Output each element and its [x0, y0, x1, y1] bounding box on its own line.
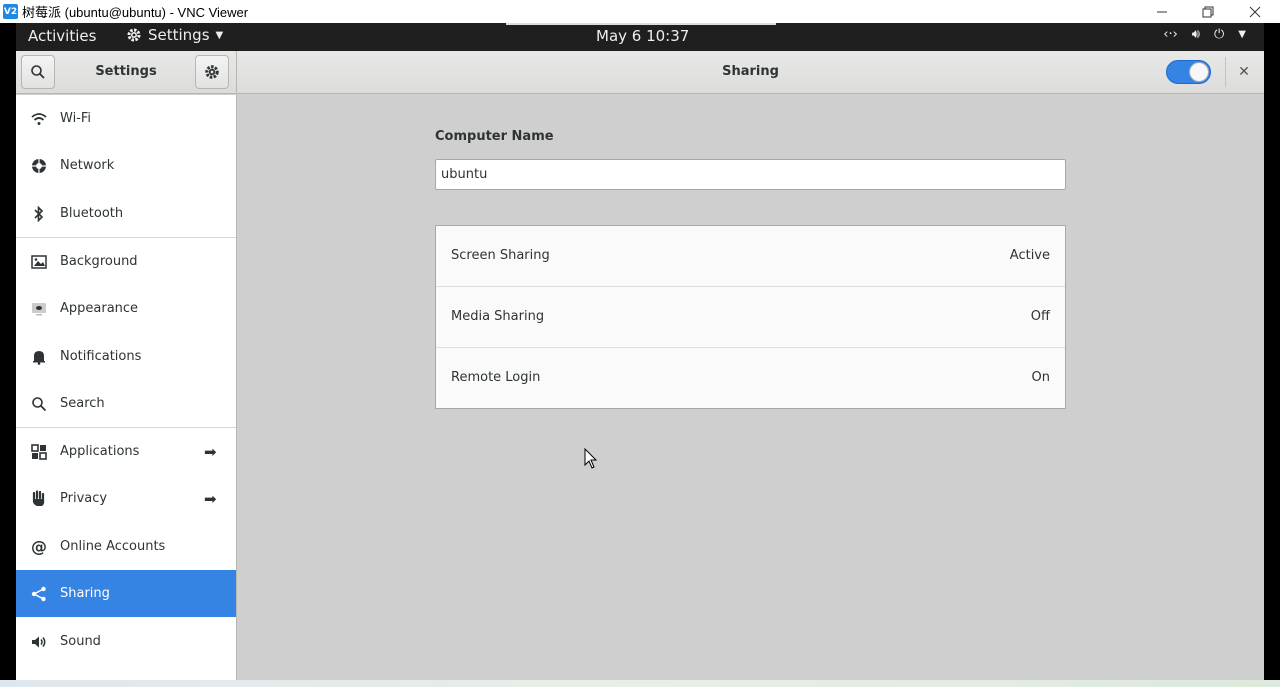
speaker-icon — [30, 633, 48, 651]
background-icon — [30, 253, 48, 271]
remote-login-row[interactable]: Remote Login On — [436, 348, 1065, 409]
sidebar-item-label: Network — [60, 158, 115, 173]
computer-name-input[interactable] — [435, 159, 1066, 190]
sidebar-item-search[interactable]: Search — [16, 380, 236, 427]
viewer-border-right — [1264, 23, 1280, 680]
sharing-panel: Computer Name Screen Sharing Active Medi… — [238, 95, 1264, 680]
row-label: Media Sharing — [451, 309, 545, 324]
close-icon: ✕ — [1238, 64, 1250, 80]
network-icon — [30, 157, 48, 175]
bell-icon — [30, 348, 48, 366]
sharing-master-toggle[interactable] — [1166, 60, 1211, 84]
sidebar-item-network[interactable]: Network — [16, 142, 236, 189]
sidebar-item-privacy[interactable]: Privacy ➡ — [16, 475, 236, 522]
host-taskbar — [0, 680, 1280, 687]
row-status: On — [1031, 370, 1050, 385]
minimize-icon — [1157, 11, 1167, 12]
sidebar-item-label: Background — [60, 254, 138, 269]
sidebar-item-applications[interactable]: Applications ➡ — [16, 428, 236, 475]
arrow-right-icon: ➡ — [204, 442, 217, 461]
gear-icon — [205, 65, 219, 79]
sidebar-item-label: Sharing — [60, 586, 110, 601]
sidebar-item-label: Applications — [60, 444, 140, 459]
vnc-titlebar: V2 树莓派 (ubuntu@ubuntu) - VNC Viewer — [0, 0, 1280, 23]
row-label: Remote Login — [451, 370, 541, 385]
topbar-notch — [506, 23, 776, 25]
sidebar-item-notifications[interactable]: Notifications — [16, 333, 236, 380]
restore-icon — [1202, 6, 1214, 17]
header-bar: Settings Sharing ✕ — [16, 51, 1264, 94]
sidebar-item-label: Online Accounts — [60, 539, 166, 554]
activities-button[interactable]: Activities — [28, 27, 96, 45]
search-icon — [30, 395, 48, 413]
sidebar-item-label: Search — [60, 396, 105, 411]
sidebar-item-wifi[interactable]: Wi-Fi — [16, 95, 236, 142]
screen-sharing-row[interactable]: Screen Sharing Active — [436, 226, 1065, 287]
minimize-button[interactable] — [1139, 0, 1185, 23]
sidebar-item-label: Appearance — [60, 301, 139, 316]
close-window-button[interactable] — [1232, 0, 1278, 23]
clock[interactable]: May 6 10:37 — [596, 27, 689, 45]
toggle-knob — [1189, 62, 1209, 82]
computer-name-label: Computer Name — [435, 129, 554, 144]
sidebar-item-appearance[interactable]: Appearance — [16, 285, 236, 332]
vnc-window-title: 树莓派 (ubuntu@ubuntu) - VNC Viewer — [22, 5, 249, 20]
remote-desktop[interactable]: Activities Settings ▼ May 6 10:37 ‹·› 🔊︎… — [16, 23, 1264, 680]
row-status: Off — [1030, 309, 1050, 324]
close-button[interactable]: ✕ — [1234, 62, 1254, 82]
viewer-border-left — [0, 23, 16, 680]
app-menu-button[interactable]: Settings ▼ — [126, 26, 223, 44]
sidebar-item-label: Bluetooth — [60, 206, 124, 221]
power-icon: ⏻ — [1214, 27, 1225, 42]
sidebar-item-online-accounts[interactable]: @ Online Accounts — [16, 523, 236, 570]
header-left: Settings — [16, 51, 237, 94]
sidebar-item-label: Privacy — [60, 491, 108, 506]
primary-menu-button[interactable] — [195, 55, 229, 89]
header-separator — [1225, 57, 1226, 87]
appearance-icon — [30, 300, 48, 318]
vnc-logo-icon: V2 — [3, 4, 18, 19]
chevron-down-icon: ▼ — [215, 29, 224, 41]
gnome-topbar: Activities Settings ▼ May 6 10:37 ‹·› 🔊︎… — [16, 23, 1264, 51]
row-status: Active — [1009, 248, 1050, 263]
search-button[interactable] — [21, 55, 55, 89]
apps-icon — [30, 443, 48, 461]
sharing-services-list: Screen Sharing Active Media Sharing Off … — [435, 225, 1066, 409]
close-icon — [1249, 6, 1261, 17]
arrow-right-icon: ➡ — [204, 489, 217, 508]
row-label: Screen Sharing — [451, 248, 550, 263]
wifi-icon — [30, 110, 48, 128]
page-title: Sharing — [722, 64, 779, 79]
status-menu[interactable]: ‹·› 🔊︎ ⏻ ▼ — [1163, 27, 1246, 42]
sidebar: Wi-Fi Network Bluetooth Background Appea… — [16, 95, 237, 680]
sidebar-item-background[interactable]: Background — [16, 238, 236, 285]
network-wired-icon: ‹·› — [1163, 27, 1178, 42]
bluetooth-icon — [30, 205, 48, 223]
gear-icon — [127, 28, 141, 42]
sidebar-item-label: Sound — [60, 634, 101, 649]
search-icon — [31, 65, 45, 79]
volume-icon: 🔊︎ — [1191, 27, 1200, 42]
at-icon: @ — [31, 537, 47, 556]
media-sharing-row[interactable]: Media Sharing Off — [436, 287, 1065, 348]
restore-button[interactable] — [1185, 0, 1231, 23]
chevron-down-icon: ▼ — [1238, 29, 1246, 40]
share-icon — [30, 585, 48, 603]
sidebar-item-sharing[interactable]: Sharing — [16, 570, 236, 617]
app-menu-label: Settings — [148, 26, 210, 44]
sidebar-item-bluetooth[interactable]: Bluetooth — [16, 190, 236, 237]
sidebar-item-label: Notifications — [60, 349, 142, 364]
sidebar-item-label: Wi-Fi — [60, 111, 92, 126]
mouse-cursor-icon — [584, 448, 598, 469]
settings-title: Settings — [95, 64, 157, 79]
hand-icon — [30, 490, 48, 508]
sidebar-item-sound[interactable]: Sound — [16, 618, 236, 665]
